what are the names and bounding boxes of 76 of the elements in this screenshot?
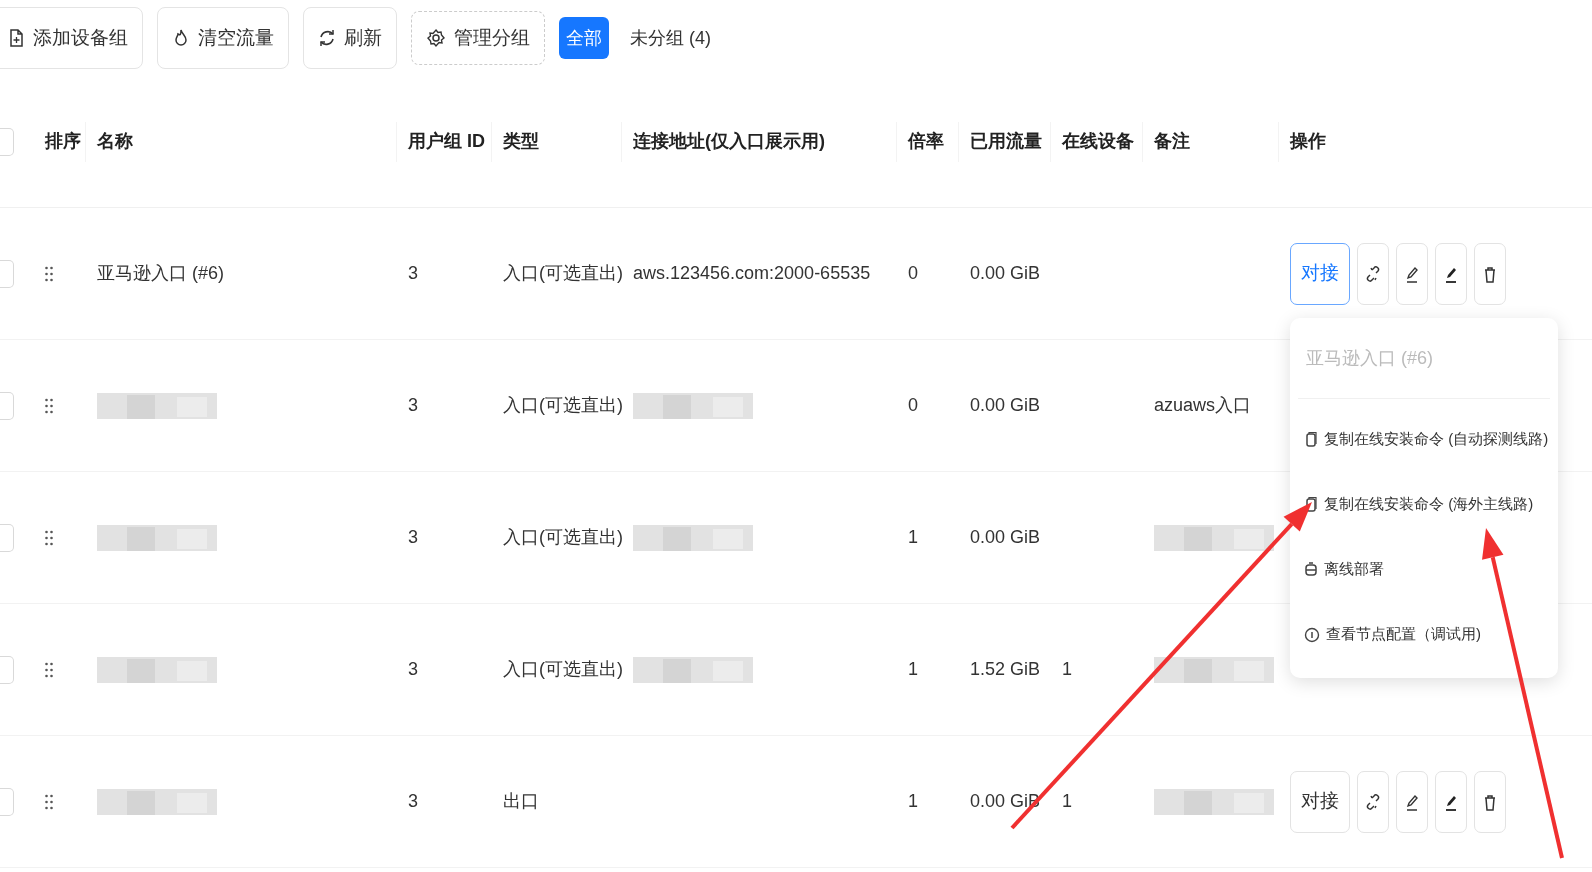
drag-handle-icon — [45, 662, 53, 679]
drag-handle-icon — [45, 266, 53, 283]
file-icon — [7, 28, 25, 48]
table-cell: 1 — [908, 527, 918, 547]
toolbar-button[interactable]: 清空流量 — [157, 7, 289, 69]
table-cell: 1 — [1062, 791, 1072, 811]
menu-item[interactable]: 离线部署 — [1298, 537, 1550, 602]
table-cell: 1.52 GiB — [970, 659, 1041, 679]
column-header: 类型 — [503, 130, 539, 153]
column-header: 在线设备 — [1062, 130, 1134, 153]
table-cell: 3 — [408, 527, 418, 547]
column-header: 倍率 — [908, 130, 944, 153]
pen-button[interactable] — [1435, 770, 1467, 833]
connect-button[interactable]: 对接 — [1290, 242, 1350, 305]
table-cell: 入口(可选直出) — [503, 395, 623, 415]
flame-icon — [172, 28, 190, 48]
table-cell: 出口 — [503, 791, 539, 811]
checkbox[interactable] — [0, 391, 14, 420]
column-header: 备注 — [1154, 130, 1190, 153]
column-header: 名称 — [97, 130, 133, 153]
column-header: 排序 — [45, 130, 81, 153]
menu-item[interactable]: 复制在线安装命令 (海外主线路) — [1298, 472, 1550, 537]
filter-tab[interactable]: 未分组 (4) — [623, 17, 718, 59]
table-cell: 3 — [408, 659, 418, 679]
checkbox[interactable] — [0, 259, 14, 288]
pencil-button[interactable] — [1396, 770, 1428, 833]
unlink-button[interactable] — [1357, 242, 1389, 305]
drag-handle-icon — [45, 398, 53, 415]
menu-item[interactable]: 复制在线安装命令 (自动探测线路) — [1298, 407, 1550, 472]
table-cell: aws.123456.com:2000-65535 — [633, 263, 871, 283]
toolbar-button[interactable]: 添加设备组 — [0, 7, 143, 69]
copy-icon — [1304, 431, 1318, 448]
column-header: 连接地址(仅入口展示用) — [633, 130, 825, 153]
table-cell: 1 — [908, 659, 918, 679]
pencil-button[interactable] — [1396, 242, 1428, 305]
table-cell: 3 — [408, 263, 418, 283]
checkbox[interactable] — [0, 655, 14, 684]
table-cell: 3 — [408, 395, 418, 415]
column-header: 用户组 ID — [408, 130, 485, 153]
unlink-icon — [1364, 792, 1382, 811]
toolbar-button[interactable]: 管理分组 — [411, 11, 545, 65]
table-cell: 0.00 GiB — [970, 527, 1041, 547]
table-cell: 0 — [908, 263, 918, 283]
table-cell: 3 — [408, 791, 418, 811]
pen-button[interactable] — [1435, 242, 1467, 305]
unlink-button[interactable] — [1357, 770, 1389, 833]
checkbox[interactable] — [0, 127, 14, 156]
checkbox[interactable] — [0, 787, 14, 816]
table-cell: 亚马逊入口 (#6) — [97, 263, 224, 283]
settings-icon — [426, 28, 446, 48]
menu-title: 亚马逊入口 (#6) — [1305, 346, 1434, 370]
toolbar-button[interactable]: 刷新 — [303, 7, 397, 69]
table-cell: 入口(可选直出) — [503, 659, 623, 679]
table-cell: 0 — [908, 395, 918, 415]
table-cell: 1 — [1062, 659, 1072, 679]
table-cell: 0.00 GiB — [970, 263, 1041, 283]
table-cell: 入口(可选直出) — [503, 527, 623, 547]
table-cell: 0.00 GiB — [970, 395, 1041, 415]
drag-handle-icon — [45, 530, 53, 547]
refresh-icon — [318, 28, 336, 48]
column-header: 已用流量 — [970, 130, 1042, 153]
box-icon — [1304, 561, 1318, 578]
table-cell: 入口(可选直出) — [503, 263, 623, 283]
drag-handle-icon — [45, 794, 53, 811]
unlink-icon — [1364, 264, 1382, 283]
copy-icon — [1304, 496, 1318, 513]
table-cell: 1 — [908, 791, 918, 811]
column-header: 操作 — [1290, 130, 1326, 153]
delete-button[interactable] — [1474, 242, 1506, 305]
menu-item[interactable]: 查看节点配置（调试用) — [1298, 602, 1550, 667]
table-cell: azuaws入口 — [1154, 395, 1252, 415]
checkbox[interactable] — [0, 523, 14, 552]
info-icon — [1304, 626, 1320, 643]
connect-button[interactable]: 对接 — [1290, 770, 1350, 833]
filter-tab[interactable]: 全部 — [559, 17, 609, 59]
delete-button[interactable] — [1474, 770, 1506, 833]
